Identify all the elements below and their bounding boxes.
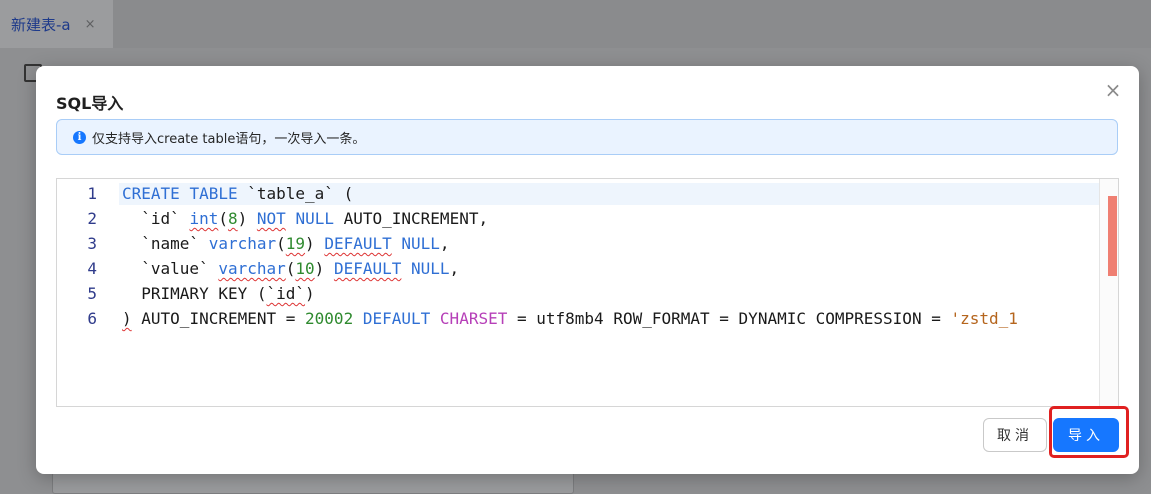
code-line: `value` varchar(10) DEFAULT NULL, [122, 259, 460, 278]
alert-text: 仅支持导入create table语句，一次导入一条。 [92, 131, 366, 147]
sql-code-editor[interactable]: 1 2 3 4 5 6 CREATE TABLE `table_a` ( `id… [56, 178, 1119, 407]
tab-new-table-a[interactable]: 新建表-a × [0, 0, 113, 48]
code-line: `id` int(8) NOT NULL AUTO_INCREMENT, [122, 209, 489, 228]
tab-label: 新建表-a [11, 15, 71, 34]
info-icon: i [73, 130, 86, 144]
line-number: 6 [87, 309, 97, 328]
cancel-button[interactable]: 取消 [983, 418, 1047, 452]
line-number: 4 [87, 259, 97, 278]
line-number: 2 [87, 209, 97, 228]
line-number: 3 [87, 234, 97, 253]
import-button[interactable]: 导入 [1053, 418, 1119, 452]
editor-scrollbar[interactable] [1099, 179, 1118, 406]
info-alert: i 仅支持导入create table语句，一次导入一条。 [56, 119, 1118, 155]
code-line: PRIMARY KEY (`id`) [122, 284, 315, 303]
modal-title: SQL导入 [56, 94, 124, 113]
line-number: 5 [87, 284, 97, 303]
code-line: `name` varchar(19) DEFAULT NULL, [122, 234, 450, 253]
scroll-error-marker [1108, 196, 1117, 276]
tab-bar [0, 0, 1151, 48]
close-icon[interactable]: × [1103, 80, 1123, 100]
code-line: CREATE TABLE `table_a` ( [122, 184, 354, 203]
code-line: ) AUTO_INCREMENT = 20002 DEFAULT CHARSET… [122, 309, 1018, 328]
sql-import-modal: SQL导入 × i 仅支持导入create table语句，一次导入一条。 1 … [36, 66, 1139, 474]
tab-close-icon[interactable]: × [85, 17, 96, 32]
background-input [52, 472, 574, 494]
line-number: 1 [87, 184, 97, 203]
